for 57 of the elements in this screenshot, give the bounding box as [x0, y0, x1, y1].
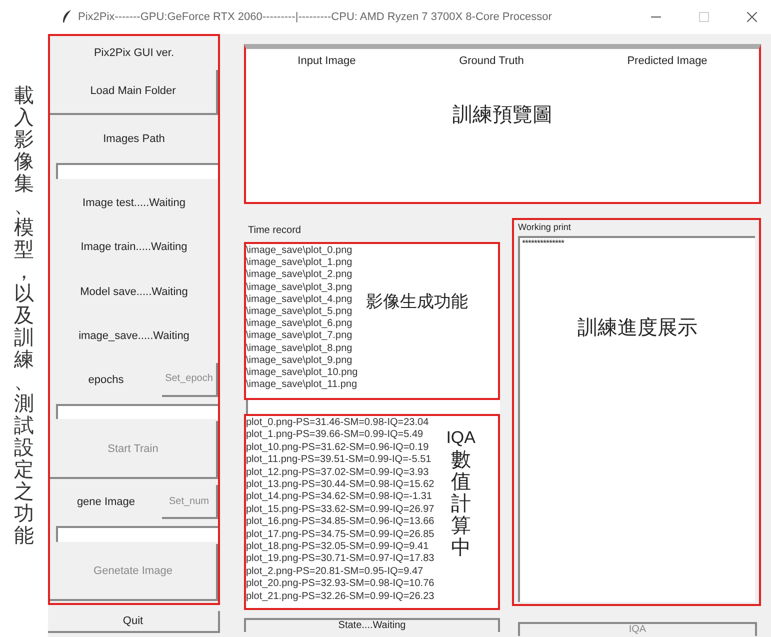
- log-line: plot_21.png-PS=32.26-SM=0.99-IQ=26.23: [246, 590, 434, 604]
- log-line: plot_13.png-PS=30.44-SM=0.98-IQ=15.62: [246, 479, 434, 492]
- column-heading: Input Image: [298, 55, 356, 67]
- log-line: plot_15.png-PS=33.62-SM=0.99-IQ=26.97: [246, 504, 434, 516]
- input-field[interactable]: [56, 163, 218, 179]
- log-line: plot_14.png-PS=34.62-SM=0.98-IQ=-1.31: [246, 491, 433, 504]
- annotation-text: 訓練進度展示: [578, 314, 698, 341]
- log-line: \image_save\plot_6.png: [246, 318, 354, 330]
- input-field[interactable]: [56, 526, 218, 542]
- status-label: Images Path: [102, 132, 166, 148]
- quit-button[interactable]: Quit: [48, 611, 220, 633]
- log-line: plot_11.png-PS=39.51-SM=0.99-IQ=-5.51: [246, 454, 432, 467]
- log-line: plot_17.png-PS=34.75-SM=0.99-IQ=26.85: [246, 528, 434, 542]
- log-line: \image_save\plot_3.png: [246, 282, 354, 294]
- annotation-text: 訓練預覽圖: [452, 101, 552, 128]
- output-text: **************: [522, 238, 564, 248]
- log-line: \image_save\plot_8.png: [246, 342, 354, 355]
- status-label: Image test.....Waiting: [82, 196, 186, 212]
- setting-label: epochs: [87, 374, 125, 386]
- close-icon[interactable]: [747, 12, 757, 22]
- section-label: Time record: [248, 224, 302, 238]
- log-line: plot_20.png-PS=32.93-SM=0.98-IQ=10.76: [246, 578, 434, 591]
- column-heading: Ground Truth: [459, 55, 524, 67]
- status-label: image_save.....Waiting: [78, 329, 190, 344]
- feather-icon: [62, 10, 72, 24]
- annotation-text: 載入影像集、模型，以及訓練、測試設定之功能: [14, 84, 34, 549]
- annotation-text: 數值計算中: [450, 448, 471, 558]
- log-line: \image_save\plot_11.png: [246, 379, 358, 392]
- log-line: \image_save\plot_4.png: [246, 294, 354, 306]
- sidebar-button[interactable]: Load Main Folder: [50, 70, 218, 115]
- log-line: \image_save\plot_1.png: [246, 257, 354, 270]
- input-field[interactable]: [246, 400, 500, 414]
- setting-label: gene Image: [76, 496, 136, 508]
- log-line: \image_save\plot_10.png: [246, 367, 358, 380]
- annotation-text: 影像生成功能: [366, 291, 468, 313]
- status-label: Pix2Pix GUI ver.: [92, 46, 176, 61]
- log-line: plot_1.png-PS=39.66-SM=0.99-IQ=5.49: [246, 429, 424, 442]
- status-label: Image train.....Waiting: [80, 240, 188, 256]
- input-field[interactable]: [56, 404, 218, 420]
- log-line: plot_2.png-PS=20.81-SM=0.95-IQ=9.47: [246, 566, 424, 578]
- log-line: plot_16.png-PS=34.85-SM=0.96-IQ=13.66: [246, 516, 434, 529]
- log-line: plot_19.png-PS=30.71-SM=0.97-IQ=17.83: [246, 553, 434, 566]
- state-button[interactable]: State....Waiting: [244, 618, 500, 632]
- log-line: \image_save\plot_0.png: [246, 245, 354, 258]
- log-line: \image_save\plot_7.png: [246, 330, 354, 343]
- status-label: Model save.....Waiting: [79, 284, 189, 300]
- log-line: plot_18.png-PS=32.05-SM=0.99-IQ=9.41: [246, 541, 430, 554]
- column-heading: Predicted Image: [627, 55, 708, 67]
- log-line: \image_save\plot_5.png: [246, 306, 354, 318]
- log-line: plot_12.png-PS=37.02-SM=0.99-IQ=3.93: [246, 466, 430, 480]
- log-line: plot_10.png-PS=31.62-SM=0.96-IQ=0.19: [246, 442, 430, 454]
- annotation-text: IQA: [446, 428, 476, 448]
- log-line: plot_0.png-PS=31.46-SM=0.98-IQ=23.04: [246, 417, 430, 430]
- log-line: \image_save\plot_2.png: [246, 269, 354, 282]
- section-label: Working print: [518, 222, 572, 234]
- window-title: Pix2Pix-------GPU:GeForce RTX 2060---------|---------CPU: AMD Ryzen 7 3700X 8-Core Processor: [78, 11, 553, 23]
- log-line: \image_save\plot_9.png: [246, 354, 354, 368]
